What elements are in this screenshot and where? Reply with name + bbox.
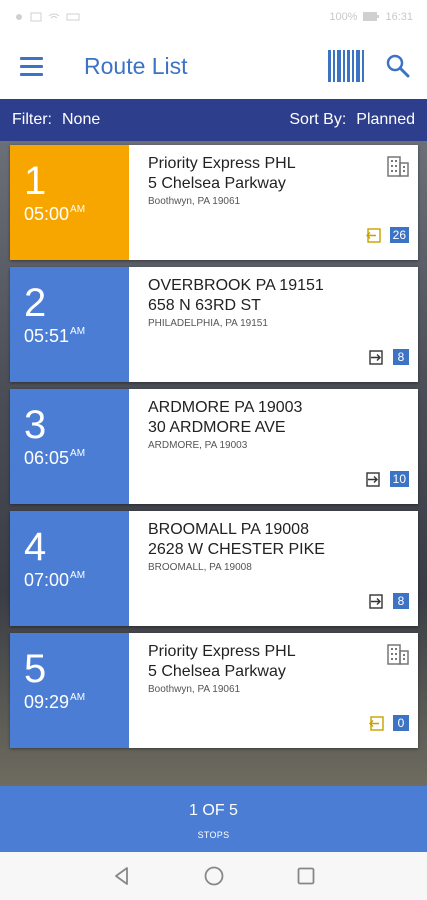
pickup-icon — [369, 715, 384, 731]
filter-value[interactable]: None — [62, 111, 100, 129]
status-right: 100% 16:31 — [329, 11, 413, 23]
sort-label: Sort By: — [289, 111, 347, 128]
stop-city: BROOMALL, PA 19008 — [148, 562, 252, 573]
stop-number-panel: 1 05:00AM — [10, 145, 129, 260]
search-icon[interactable] — [385, 53, 411, 79]
stop-number-panel: 3 06:05AM — [10, 389, 129, 504]
stop-time: 05:51AM — [24, 326, 86, 346]
stop-number-panel: 5 09:29AM — [10, 633, 129, 748]
stop-info: Priority Express PHL 5 Chelsea Parkway B… — [129, 633, 418, 748]
notification-icon — [16, 13, 22, 20]
filter-label: Filter: — [12, 111, 52, 128]
stop-badge-row: 8 — [369, 349, 409, 365]
package-count-badge: 8 — [393, 593, 409, 609]
sort-value[interactable]: Planned — [356, 111, 415, 129]
delivery-icon — [369, 593, 383, 609]
stop-info: BROOMALL PA 19008 2628 W CHESTER PIKE BR… — [129, 511, 418, 626]
building-icon — [387, 644, 409, 665]
sort-control[interactable]: Sort By: Planned — [289, 111, 415, 129]
stop-number-panel: 4 07:00AM — [10, 511, 129, 626]
stop-badge-row: 10 — [365, 471, 409, 487]
status-time: 16:31 — [385, 10, 413, 23]
stop-info: ARDMORE PA 19003 30 ARDMORE AVE ARDMORE,… — [129, 389, 418, 504]
stop-time: 09:29AM — [24, 692, 86, 712]
stop-name: Priority Express PHL — [148, 155, 296, 172]
package-count-badge: 26 — [389, 227, 409, 243]
stop-number-panel: 2 05:51AM — [10, 267, 129, 382]
page-unit-label: STOPS — [197, 830, 230, 840]
stop-number: 2 — [24, 281, 47, 325]
route-list[interactable]: 1 05:00AM Priority Express PHL 5 Chelsea… — [0, 141, 427, 786]
stop-card[interactable]: 2 05:51AM OVERBROOK PA 19151 658 N 63RD … — [10, 267, 418, 382]
package-count-badge: 10 — [389, 471, 409, 487]
pickup-icon — [365, 227, 381, 243]
keyboard-icon — [66, 13, 80, 20]
stop-address: 658 N 63RD ST — [148, 297, 261, 314]
back-icon[interactable] — [111, 865, 133, 887]
filter-control[interactable]: Filter: None — [12, 111, 100, 129]
stop-time: 05:00AM — [24, 204, 86, 224]
stop-badge-row: 0 — [369, 715, 409, 731]
stop-card[interactable]: 4 07:00AM BROOMALL PA 19008 2628 W CHEST… — [10, 511, 418, 626]
page-indicator: 1 OF 5 — [189, 802, 238, 819]
stop-card[interactable]: 3 06:05AM ARDMORE PA 19003 30 ARDMORE AV… — [10, 389, 418, 504]
stop-number: 4 — [24, 525, 47, 569]
recents-icon[interactable] — [295, 865, 317, 887]
battery-icon — [363, 12, 380, 21]
stop-info: Priority Express PHL 5 Chelsea Parkway B… — [129, 145, 418, 260]
stop-city: PHILADELPHIA, PA 19151 — [148, 318, 268, 329]
filter-sort-bar: Filter: None Sort By: Planned — [0, 99, 427, 141]
app-bar: Route List — [0, 33, 427, 99]
stop-address: 5 Chelsea Parkway — [148, 175, 286, 192]
stop-city: Boothwyn, PA 19061 — [148, 684, 241, 695]
battery-level: 100% — [329, 10, 358, 23]
stop-info: OVERBROOK PA 19151 658 N 63RD ST PHILADE… — [129, 267, 418, 382]
home-icon[interactable] — [203, 865, 225, 887]
stop-name: ARDMORE PA 19003 — [148, 399, 303, 416]
package-count-badge: 8 — [393, 349, 409, 365]
stop-time: 06:05AM — [24, 448, 86, 468]
stop-number: 1 — [24, 159, 47, 203]
stop-name: OVERBROOK PA 19151 — [148, 277, 324, 294]
wifi-icon — [48, 13, 60, 18]
stop-number: 3 — [24, 403, 47, 447]
stop-address: 30 ARDMORE AVE — [148, 419, 286, 436]
system-nav-bar — [0, 852, 427, 900]
stop-address: 5 Chelsea Parkway — [148, 663, 286, 680]
stop-badge-row: 26 — [365, 227, 409, 243]
status-bar: 100% 16:31 — [0, 0, 427, 33]
page-title: Route List — [84, 52, 188, 79]
menu-icon[interactable] — [20, 51, 54, 81]
barcode-scan-icon[interactable] — [327, 48, 365, 84]
package-count-badge: 0 — [393, 715, 409, 731]
stop-city: ARDMORE, PA 19003 — [148, 440, 248, 451]
stop-number: 5 — [24, 647, 47, 691]
stop-name: BROOMALL PA 19008 — [148, 521, 309, 538]
stop-time: 07:00AM — [24, 570, 86, 590]
delivery-icon — [365, 471, 380, 487]
stop-badge-row: 8 — [369, 593, 409, 609]
building-icon — [387, 156, 409, 177]
stop-name: Priority Express PHL — [148, 643, 296, 660]
stop-card[interactable]: 5 09:29AM Priority Express PHL 5 Chelsea… — [10, 633, 418, 748]
status-left-icons — [14, 12, 80, 22]
stop-address: 2628 W CHESTER PIKE — [148, 541, 325, 558]
delivery-icon — [369, 349, 383, 365]
stop-city: Boothwyn, PA 19061 — [148, 196, 241, 207]
stop-card[interactable]: 1 05:00AM Priority Express PHL 5 Chelsea… — [10, 145, 418, 260]
image-icon — [30, 12, 42, 21]
stops-pager: 1 OF 5 STOPS — [0, 786, 427, 852]
